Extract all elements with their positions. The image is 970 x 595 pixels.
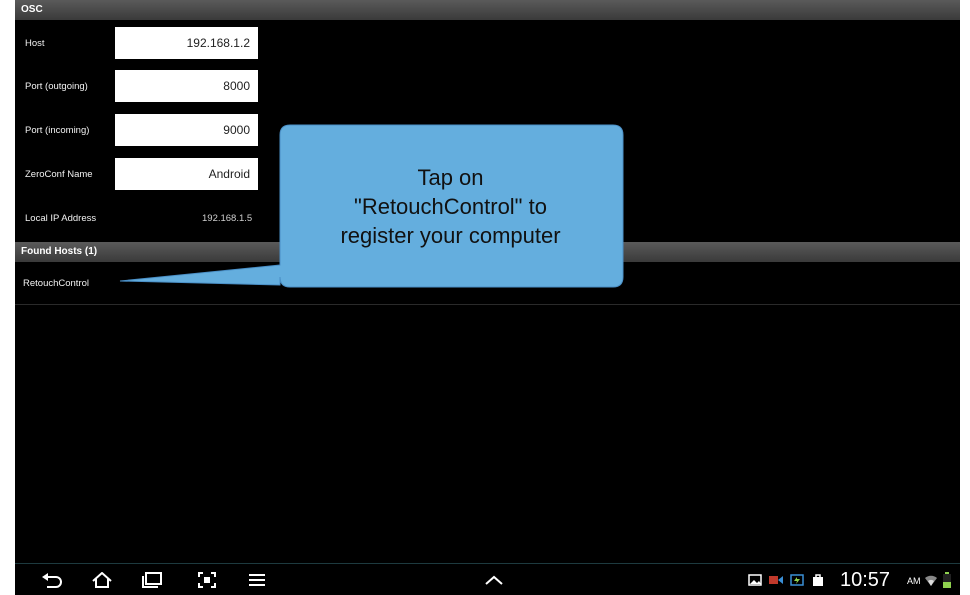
- callout-line-2: "RetouchControl" to: [354, 193, 547, 219]
- callout-line-1: Tap on: [417, 164, 484, 190]
- callout-text: Tap on "RetouchControl" to register your…: [278, 125, 623, 287]
- callout-line-3: register your computer: [340, 222, 561, 248]
- callout-bubble: [119, 124, 624, 288]
